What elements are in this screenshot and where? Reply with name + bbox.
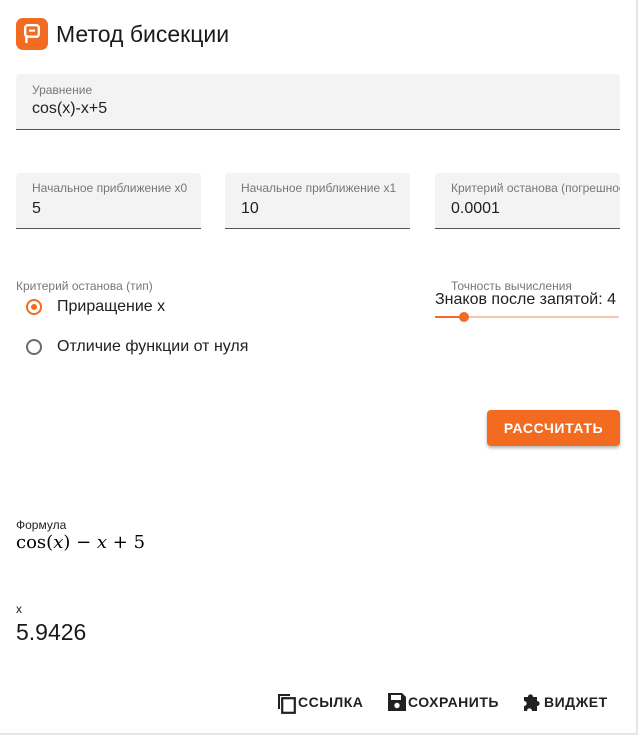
x1-input[interactable]: 10 [241,200,259,218]
tolerance-field[interactable]: Критерий останова (погрешность) 0.0001 [435,173,620,229]
calculate-button[interactable]: РАССЧИТАТЬ [487,410,620,446]
app-header: Метод бисекции [16,17,229,51]
save-icon [388,693,406,711]
stop-criterion-label: Критерий останова (тип) [16,279,153,293]
tolerance-input[interactable]: 0.0001 [451,200,500,218]
equation-input[interactable]: cos(x)-x+5 [32,100,107,118]
equation-label: Уравнение [32,83,93,97]
radio-function-zero[interactable]: Отличие функции от нуля [26,338,248,356]
precision-slider[interactable] [435,312,619,322]
tolerance-label: Критерий останова (погрешность) [451,181,620,195]
copy-icon [278,694,296,714]
link-button-label: ССЫЛКА [298,694,364,710]
x1-label: Начальное приближение x1 [241,181,397,195]
precision-slider-thumb[interactable] [459,312,470,322]
x0-input[interactable]: 5 [32,200,41,218]
radio-increment-x-label: Приращение x [57,298,166,315]
formula-display: cos(x) − x + 5 [16,532,146,553]
result-x-label: x [16,602,22,616]
page-title: Метод бисекции [56,20,230,47]
radio-unchecked-icon[interactable] [26,339,42,355]
save-button-label: СОХРАНИТЬ [408,694,499,710]
radio-increment-x[interactable]: Приращение x [26,298,165,316]
x0-label: Начальное приближение x0 [32,181,188,195]
radio-function-zero-label: Отличие функции от нуля [57,338,249,355]
radio-checked-icon[interactable] [26,299,42,315]
widget-button-label: ВИДЖЕТ [544,694,608,710]
formula-label: Формула [16,518,67,532]
link-button[interactable]: ССЫЛКА [275,689,363,715]
widget-button[interactable]: ВИДЖЕТ [521,689,608,715]
x1-field[interactable]: Начальное приближение x1 10 [225,173,410,229]
precision-value-text: Знаков после запятой: 4 [435,291,616,308]
save-button[interactable]: СОХРАНИТЬ [387,689,499,715]
x0-field[interactable]: Начальное приближение x0 5 [16,173,201,229]
puzzle-icon [524,694,540,711]
p-logo-icon [16,18,48,50]
result-x-value: 5.9426 [16,619,87,645]
equation-field[interactable]: Уравнение cos(x)-x+5 [16,74,620,130]
